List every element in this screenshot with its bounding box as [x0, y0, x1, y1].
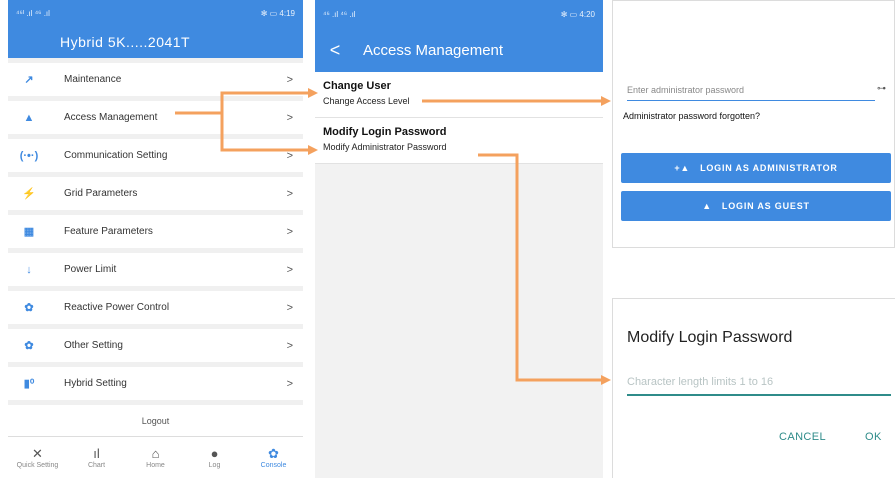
cancel-button[interactable]: CANCEL	[779, 431, 826, 443]
menu-item-label: Feature Parameters	[64, 226, 153, 237]
console-screen: ⁴⁶ᴵ .ıl ⁴⁶ .ıl ✻ ▭ 4:19 Hybrid 5K.....20…	[8, 0, 303, 478]
menu-item-label: Reactive Power Control	[64, 302, 170, 313]
device-title-bar: Hybrid 5K.....2041T	[8, 26, 303, 58]
page-title: Access Management	[363, 41, 504, 59]
screenshot-stage: ⁴⁶ᴵ .ıl ⁴⁶ .ıl ✻ ▭ 4:19 Hybrid 5K.....20…	[0, 0, 895, 478]
status-signal: ⁴⁶ᴵ .ıl ⁴⁶ .ıl	[16, 8, 50, 18]
button-label: LOGIN AS GUEST	[721, 201, 810, 211]
menu-item-power-limit[interactable]: ↓ Power Limit >	[8, 253, 303, 286]
home-icon: ⌂	[151, 446, 160, 461]
login-as-administrator-button[interactable]: +▲ LOGIN AS ADMINISTRATOR	[621, 153, 891, 183]
access-management-app-bar: < Access Management	[315, 28, 603, 72]
tab-label: Console	[260, 462, 287, 469]
access-management-screen: ⁴⁶ .ıl ⁴⁶ .ıl ✻ ▭ 4:20 < Access Manageme…	[315, 0, 603, 478]
tab-log[interactable]: ● Log	[185, 437, 244, 478]
status-bar: ⁴⁶ᴵ .ıl ⁴⁶ .ıl ✻ ▭ 4:19	[8, 0, 303, 26]
info-icon: ●	[210, 446, 219, 461]
user-icon: ▲	[23, 111, 35, 124]
add-user-icon: +▲	[674, 163, 691, 173]
menu-item-label: Other Setting	[64, 340, 123, 351]
forgot-password-link[interactable]: Administrator password forgotten?	[623, 111, 760, 121]
new-password-input[interactable]: Character length limits 1 to 16	[627, 372, 891, 396]
bottom-tab-bar: ✕ Quick Setting ıl Chart ⌂ Home ● Log ✿ Conso…	[8, 436, 303, 478]
tab-console[interactable]: ✿ Console	[244, 437, 303, 478]
menu-item-label: Access Management	[64, 112, 158, 123]
menu-item-hybrid-setting[interactable]: ▮⁰ Hybrid Setting >	[8, 367, 303, 400]
status-time: ✻ ▭ 4:19	[260, 8, 295, 18]
logout-button[interactable]: Logout	[8, 405, 303, 437]
tab-label: Log	[208, 462, 221, 469]
tools-icon: ✕	[32, 446, 43, 461]
gear-icon: ✿	[24, 340, 34, 352]
grid-icon: ▦	[23, 226, 35, 238]
menu-item-maintenance[interactable]: ↗ Maintenance >	[8, 63, 303, 96]
modify-password-dialog: Modify Login Password Character length l…	[612, 298, 895, 478]
menu-item-access-management[interactable]: ▲ Access Management >	[8, 101, 303, 134]
menu-item-label: Communication Setting	[64, 150, 168, 161]
administrator-password-input[interactable]: Enter administrator password	[627, 81, 875, 101]
change-user-item[interactable]: Change User Change Access Level	[315, 72, 603, 118]
chevron-right-icon: >	[286, 339, 293, 352]
tab-home[interactable]: ⌂ Home	[126, 437, 185, 478]
status-signal: ⁴⁶ .ıl ⁴⁶ .ıl	[323, 9, 356, 19]
chevron-right-icon: >	[286, 187, 293, 200]
ok-button[interactable]: OK	[865, 431, 882, 443]
gear-icon: ✿	[268, 446, 279, 461]
battery-icon: ▮⁰	[23, 378, 35, 390]
wrench-icon: ↗	[24, 74, 34, 86]
show-password-icon[interactable]: ⊶	[877, 83, 886, 94]
chevron-right-icon: >	[286, 111, 293, 124]
modify-login-password-item[interactable]: Modify Login Password Modify Administrat…	[315, 118, 603, 164]
button-label: LOGIN AS ADMINISTRATOR	[700, 163, 838, 173]
user-icon: ▲	[702, 201, 712, 211]
arrow-down-icon: ↓	[26, 263, 32, 276]
tab-label: Home	[146, 462, 165, 469]
chevron-right-icon: >	[286, 73, 293, 86]
chevron-right-icon: >	[286, 225, 293, 238]
menu-item-feature-parameters[interactable]: ▦ Feature Parameters >	[8, 215, 303, 248]
menu-item-label: Power Limit	[64, 264, 117, 275]
tab-label: Quick Setting	[16, 462, 59, 469]
menu-item-other-setting[interactable]: ✿ Other Setting >	[8, 329, 303, 362]
menu-item-grid-parameters[interactable]: ⚡ Grid Parameters >	[8, 177, 303, 210]
chevron-right-icon: >	[286, 263, 293, 276]
bolt-icon: ⚡	[22, 188, 36, 200]
chevron-right-icon: >	[286, 149, 293, 162]
status-bar: ⁴⁶ .ıl ⁴⁶ .ıl ✻ ▭ 4:20	[315, 0, 603, 28]
device-title: Hybrid 5K.....2041T	[60, 34, 191, 50]
gear-icon: ✿	[24, 302, 34, 314]
signal-icon: (·•·)	[19, 149, 39, 162]
back-arrow-icon[interactable]: <	[315, 40, 355, 61]
chevron-right-icon: >	[286, 301, 293, 314]
dialog-title: Modify Login Password	[627, 329, 793, 346]
item-subtitle: Modify Administrator Password	[323, 142, 447, 152]
tab-label: Chart	[87, 462, 106, 469]
chart-icon: ıl	[93, 446, 100, 461]
menu-item-communication-setting[interactable]: (·•·) Communication Setting >	[8, 139, 303, 172]
item-subtitle: Change Access Level	[323, 96, 410, 106]
menu-item-label: Hybrid Setting	[64, 378, 127, 389]
menu-item-label: Maintenance	[64, 74, 122, 85]
status-time: ✻ ▭ 4:20	[560, 9, 595, 19]
tab-quick-setting[interactable]: ✕ Quick Setting	[8, 437, 67, 478]
item-title: Modify Login Password	[323, 126, 447, 138]
menu-item-reactive-power-control[interactable]: ✿ Reactive Power Control >	[8, 291, 303, 324]
chevron-right-icon: >	[286, 377, 293, 390]
settings-menu: ↗ Maintenance > ▲ Access Management > (·•·) C…	[8, 58, 303, 437]
menu-item-label: Grid Parameters	[64, 188, 138, 199]
change-user-dialog: Enter administrator password ⊶ Administr…	[612, 0, 895, 248]
login-as-guest-button[interactable]: ▲ LOGIN AS GUEST	[621, 191, 891, 221]
tab-chart[interactable]: ıl Chart	[67, 437, 126, 478]
item-title: Change User	[323, 80, 391, 92]
